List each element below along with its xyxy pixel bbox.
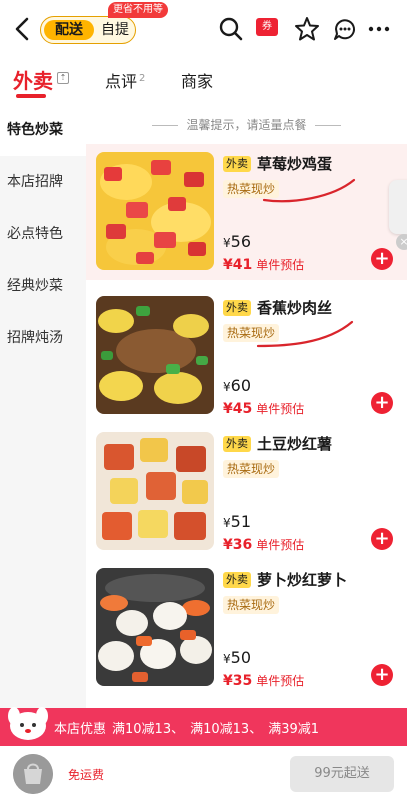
original-price: ¥51	[223, 512, 251, 531]
menu-item[interactable]: 外卖 香蕉炒肉丝 热菜现炒 ¥60 ¥45 单件预估 +	[86, 288, 407, 424]
takeout-tag: 外卖	[223, 156, 251, 172]
dish-name: 土豆炒红薯	[257, 435, 333, 453]
promo-offer: 满10减13、	[112, 722, 185, 737]
takeout-tag: 外卖	[223, 436, 251, 452]
search-icon[interactable]	[218, 16, 244, 42]
tab-active-indicator	[16, 94, 46, 98]
add-to-cart-button[interactable]: +	[371, 664, 393, 686]
close-icon[interactable]: ×	[396, 234, 407, 250]
deal-label: 单件预估	[256, 402, 305, 416]
store-page: 配送 自提 更省不用等 券 外卖 ⇡ 点评 2 商家 特色炒菜 本店招牌 必点特…	[0, 0, 407, 800]
deal-label: 单件预估	[256, 674, 305, 688]
tab-takeout[interactable]: 外卖	[13, 65, 53, 94]
menu-list: 温馨提示，请适量点餐 外卖 草莓炒鸡蛋 热菜现炒 ¥56 ¥41单件预估 +	[86, 104, 407, 708]
shopping-bag-icon[interactable]	[13, 754, 53, 794]
tab-merchant[interactable]: 商家	[181, 68, 213, 92]
promo-text: 本店优惠 满10减13、 满10减13、 满39减1	[54, 718, 325, 737]
coupon-icon[interactable]: 券	[256, 18, 278, 36]
deal-price-value: 35	[232, 673, 253, 689]
currency-symbol: ¥	[223, 652, 231, 666]
dish-subtitle: 热菜现炒	[223, 596, 280, 614]
mode-pickup[interactable]: 自提	[96, 20, 134, 40]
deal-price-value: 41	[232, 257, 253, 273]
pickup-badge: 更省不用等	[108, 2, 168, 18]
currency-symbol: ¥	[223, 516, 231, 530]
currency-symbol: ¥	[223, 673, 233, 689]
add-to-cart-button[interactable]: +	[371, 528, 393, 550]
top-bar: 配送 自提 更省不用等 券	[0, 0, 407, 58]
estimated-price: ¥36 单件预估	[223, 536, 304, 553]
estimated-price: ¥45 单件预估	[223, 400, 304, 417]
estimated-price: ¥35 单件预估	[223, 672, 304, 689]
delivery-mode-switch[interactable]: 配送 自提	[40, 16, 136, 44]
menu-item[interactable]: 外卖 萝卜炒红萝卜 热菜现炒 ¥50 ¥35 单件预估 +	[86, 560, 407, 696]
sidebar-item-signature[interactable]: 本店招牌	[0, 156, 86, 208]
promo-offer: 满39减1	[268, 722, 320, 737]
dish-name: 草莓炒鸡蛋	[257, 155, 333, 173]
takeout-tag: 外卖	[223, 300, 251, 316]
red-scribble-mark	[256, 320, 354, 348]
store-tabs: 外卖 ⇡ 点评 2 商家	[0, 58, 407, 102]
dish-name: 香蕉炒肉丝	[257, 299, 333, 317]
currency-symbol: ¥	[223, 236, 231, 250]
original-price: ¥50	[223, 648, 251, 667]
dish-subtitle: 热菜现炒	[223, 460, 280, 478]
currency-symbol: ¥	[223, 257, 233, 273]
deal-label: 单件预估	[256, 538, 305, 552]
collapse-icon[interactable]: ⇡	[57, 72, 69, 84]
promo-offer: 满10减13、	[190, 722, 263, 737]
sidebar-item-must-order[interactable]: 必点特色	[0, 208, 86, 260]
floating-activity-panel[interactable]	[389, 180, 407, 234]
currency-symbol: ¥	[223, 380, 231, 394]
star-icon[interactable]	[294, 16, 320, 42]
add-to-cart-button[interactable]: +	[371, 248, 393, 270]
deal-price-value: 45	[232, 401, 253, 417]
customer-service-icon[interactable]	[332, 16, 358, 42]
store-promo-bar[interactable]: 本店优惠 满10减13、 满10减13、 满39减1	[0, 707, 407, 746]
minimum-order-button[interactable]: 99元起送	[290, 756, 394, 792]
strawberry-egg-photo[interactable]	[96, 152, 214, 270]
menu-item[interactable]: 外卖 土豆炒红薯 热菜现炒 ¥51 ¥36 单件预估 +	[86, 424, 407, 560]
back-arrow-icon[interactable]	[10, 14, 36, 44]
price-value: 60	[230, 376, 251, 395]
free-shipping-label: 免运费	[68, 768, 105, 782]
deal-label: 单件预估	[256, 258, 305, 272]
price-value: 50	[230, 648, 251, 667]
add-to-cart-button[interactable]: +	[371, 392, 393, 414]
sidebar-item-signature-soup[interactable]: 招牌炖汤	[0, 312, 86, 364]
sidebar-item-classic-stirfry[interactable]: 经典炒菜	[0, 260, 86, 312]
radish-carrot-photo[interactable]	[96, 568, 214, 686]
dog-mascot-icon	[8, 707, 48, 740]
estimated-price: ¥41 单件预估	[223, 256, 304, 273]
bottom-cart-bar: 免运费 99元起送	[0, 746, 407, 800]
promo-title: 本店优惠	[54, 722, 107, 737]
takeout-tag: 外卖	[223, 572, 251, 588]
currency-symbol: ¥	[223, 537, 233, 553]
dish-name: 萝卜炒红萝卜	[257, 571, 348, 589]
price-value: 56	[230, 232, 251, 251]
currency-symbol: ¥	[223, 401, 233, 417]
price-value: 51	[230, 512, 251, 531]
potato-sweet-potato-photo[interactable]	[96, 432, 214, 550]
red-scribble-mark	[262, 178, 356, 203]
menu-item[interactable]: 外卖 草莓炒鸡蛋 热菜现炒 ¥56 ¥41 单件预估 +	[86, 144, 407, 280]
original-price: ¥60	[223, 376, 251, 395]
tab-reviews-label: 点评	[105, 72, 138, 91]
category-sidebar: 特色炒菜 本店招牌 必点特色 经典炒菜 招牌炖汤	[0, 104, 86, 708]
sidebar-item-featured-stirfry[interactable]: 特色炒菜	[0, 104, 86, 156]
deal-price-value: 36	[232, 537, 253, 553]
original-price: ¥56	[223, 232, 251, 251]
portion-tip: 温馨提示，请适量点餐	[86, 116, 407, 133]
tab-reviews-count: 2	[139, 72, 146, 84]
more-options-icon[interactable]	[366, 16, 392, 42]
tab-reviews[interactable]: 点评 2	[105, 68, 145, 92]
mode-delivery[interactable]: 配送	[44, 20, 94, 40]
banana-pork-photo[interactable]	[96, 296, 214, 414]
